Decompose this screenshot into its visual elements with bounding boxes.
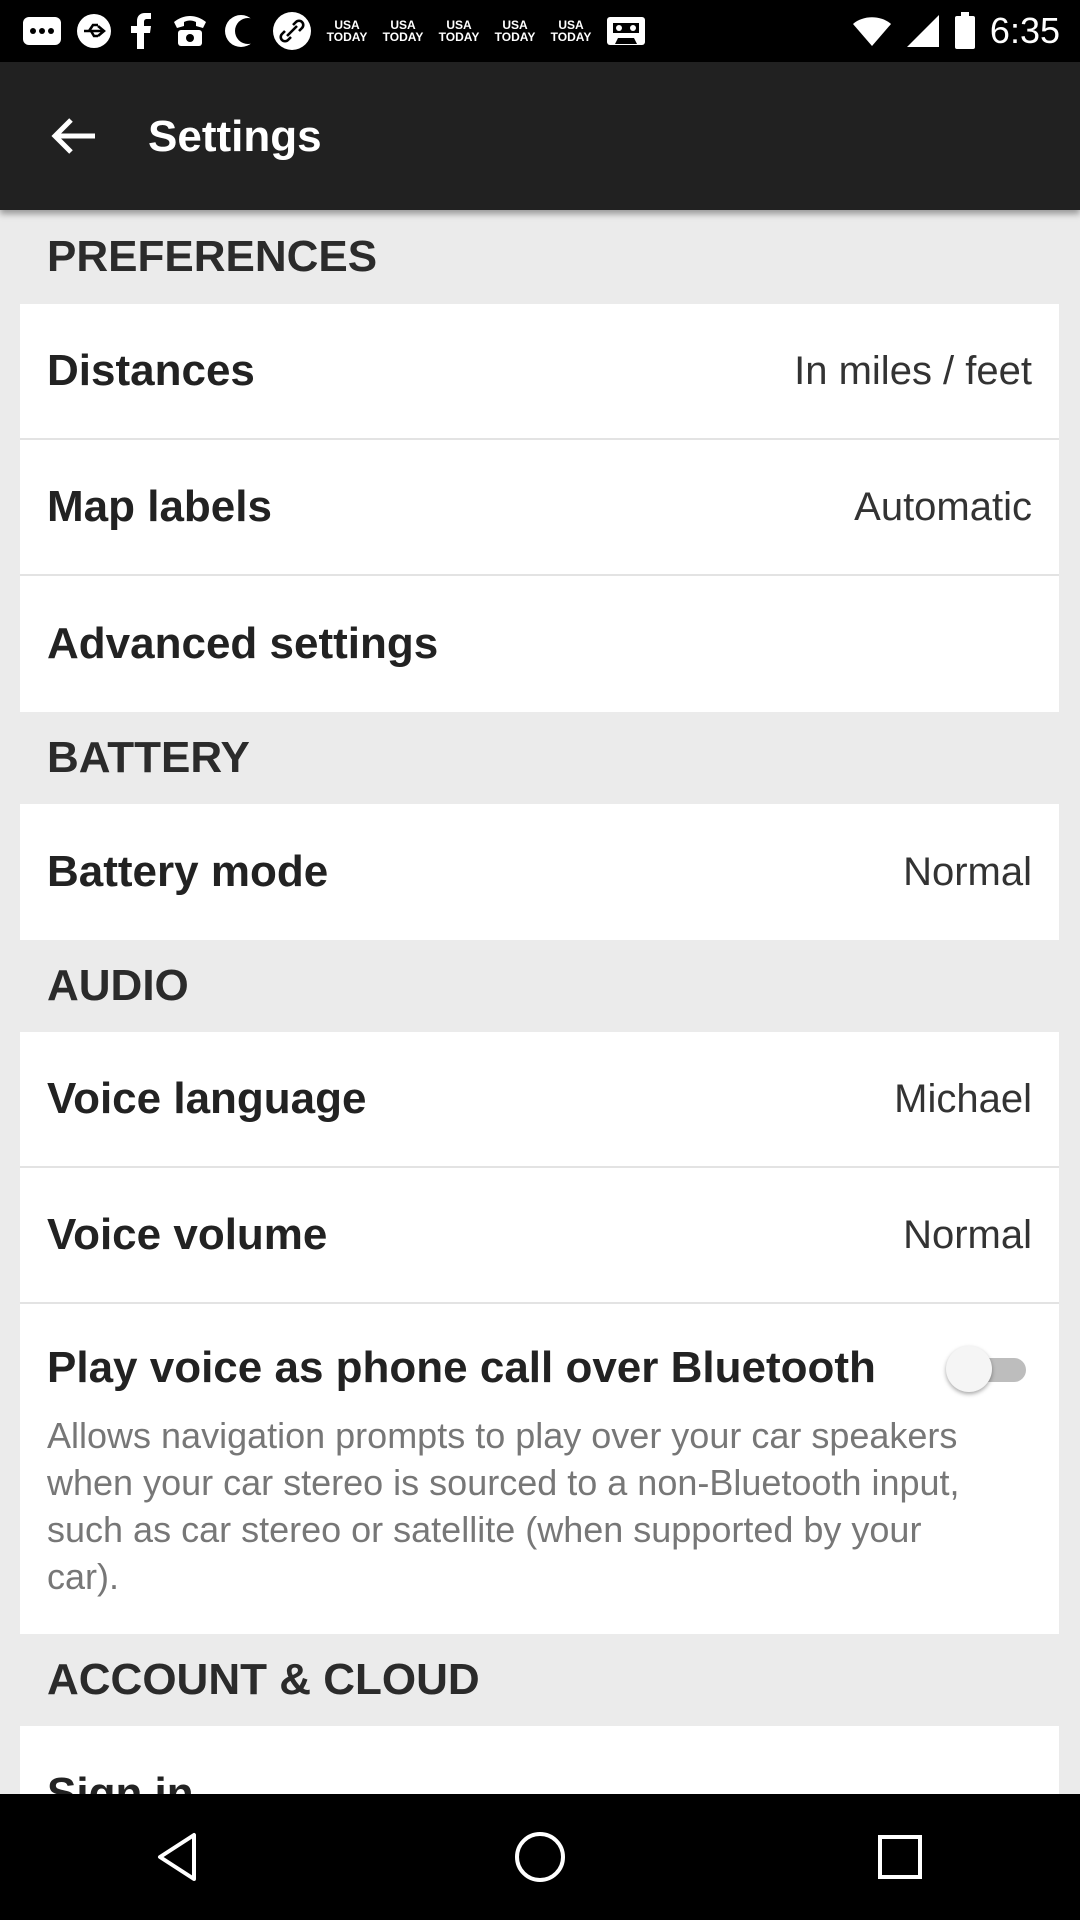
bluetooth-voice-toggle[interactable] <box>946 1338 1030 1398</box>
app-bar: Settings <box>0 62 1080 210</box>
status-time: 6:35 <box>989 10 1060 51</box>
setting-value: In miles / feet <box>794 348 1032 393</box>
toggle-knob <box>946 1346 992 1392</box>
setting-value: Normal <box>903 849 1032 894</box>
link-icon <box>272 10 312 52</box>
signal-icon <box>906 10 940 52</box>
status-bar: USA TODAY USA TODAY USA TODAY USA TODAY … <box>0 0 1080 62</box>
system-status: 6:35 <box>852 0 1060 62</box>
navigation-bar <box>0 1794 1080 1920</box>
usa-today-icon: USA TODAY <box>326 18 368 44</box>
setting-label: Battery mode <box>47 847 329 896</box>
setting-label: Voice volume <box>47 1210 328 1259</box>
usb-icon <box>76 10 112 52</box>
triangle-back-icon <box>158 1833 196 1881</box>
setting-row-voice-language[interactable]: Voice language Michael <box>20 1032 1059 1168</box>
nav-back-button[interactable] <box>120 1797 240 1917</box>
setting-row-advanced-settings[interactable]: Advanced settings <box>20 576 1059 712</box>
back-button[interactable] <box>38 106 108 166</box>
phone-icon <box>170 10 210 52</box>
setting-label: Advanced settings <box>47 619 439 668</box>
setting-label: Sign in <box>47 1769 194 1794</box>
audio-card: Voice language Michael Voice volume Norm… <box>20 1032 1059 1634</box>
facebook-icon <box>126 10 156 52</box>
section-header-audio: AUDIO <box>20 940 1059 1032</box>
cassette-icon <box>606 10 646 52</box>
wifi-icon <box>852 10 892 52</box>
message-icon <box>22 10 62 52</box>
nav-recents-button[interactable] <box>840 1797 960 1917</box>
setting-row-sign-in[interactable]: Sign in <box>20 1726 1059 1794</box>
setting-row-distances[interactable]: Distances In miles / feet <box>20 304 1059 440</box>
setting-row-voice-volume[interactable]: Voice volume Normal <box>20 1168 1059 1304</box>
setting-row-bluetooth-voice[interactable]: Play voice as phone call over Bluetooth … <box>20 1304 1059 1634</box>
moon-icon <box>224 10 258 52</box>
setting-value: Michael <box>894 1076 1032 1121</box>
setting-row-battery-mode[interactable]: Battery mode Normal <box>20 804 1059 940</box>
settings-list[interactable]: PREFERENCES Distances In miles / feet Ma… <box>20 210 1059 1794</box>
circle-home-icon <box>515 1832 565 1882</box>
setting-value: Automatic <box>854 484 1032 529</box>
setting-label: Map labels <box>47 482 272 531</box>
section-header-battery: BATTERY <box>20 712 1059 804</box>
setting-row-map-labels[interactable]: Map labels Automatic <box>20 440 1059 576</box>
setting-label: Voice language <box>47 1074 367 1123</box>
setting-label: Play voice as phone call over Bluetooth <box>47 1343 876 1392</box>
setting-description: Allows navigation prompts to play over y… <box>47 1415 960 1597</box>
square-recents-icon <box>878 1835 922 1879</box>
setting-value: Normal <box>903 1212 1032 1257</box>
preferences-card: Distances In miles / feet Map labels Aut… <box>20 304 1059 712</box>
usa-today-icon: USA TODAY <box>382 18 424 44</box>
usa-today-icon: USA TODAY <box>438 18 480 44</box>
setting-label: Distances <box>47 346 255 395</box>
notification-icons: USA TODAY USA TODAY USA TODAY USA TODAY … <box>22 10 646 52</box>
page-title: Settings <box>148 112 322 161</box>
back-arrow-icon <box>51 118 95 154</box>
section-header-preferences: PREFERENCES <box>20 210 1059 304</box>
account-card: Sign in <box>20 1726 1059 1794</box>
battery-icon <box>954 10 976 52</box>
usa-today-icon: USA TODAY <box>550 18 592 44</box>
usa-today-icon: USA TODAY <box>494 18 536 44</box>
section-header-account-cloud: ACCOUNT & CLOUD <box>20 1634 1059 1726</box>
nav-home-button[interactable] <box>480 1797 600 1917</box>
battery-card: Battery mode Normal <box>20 804 1059 940</box>
